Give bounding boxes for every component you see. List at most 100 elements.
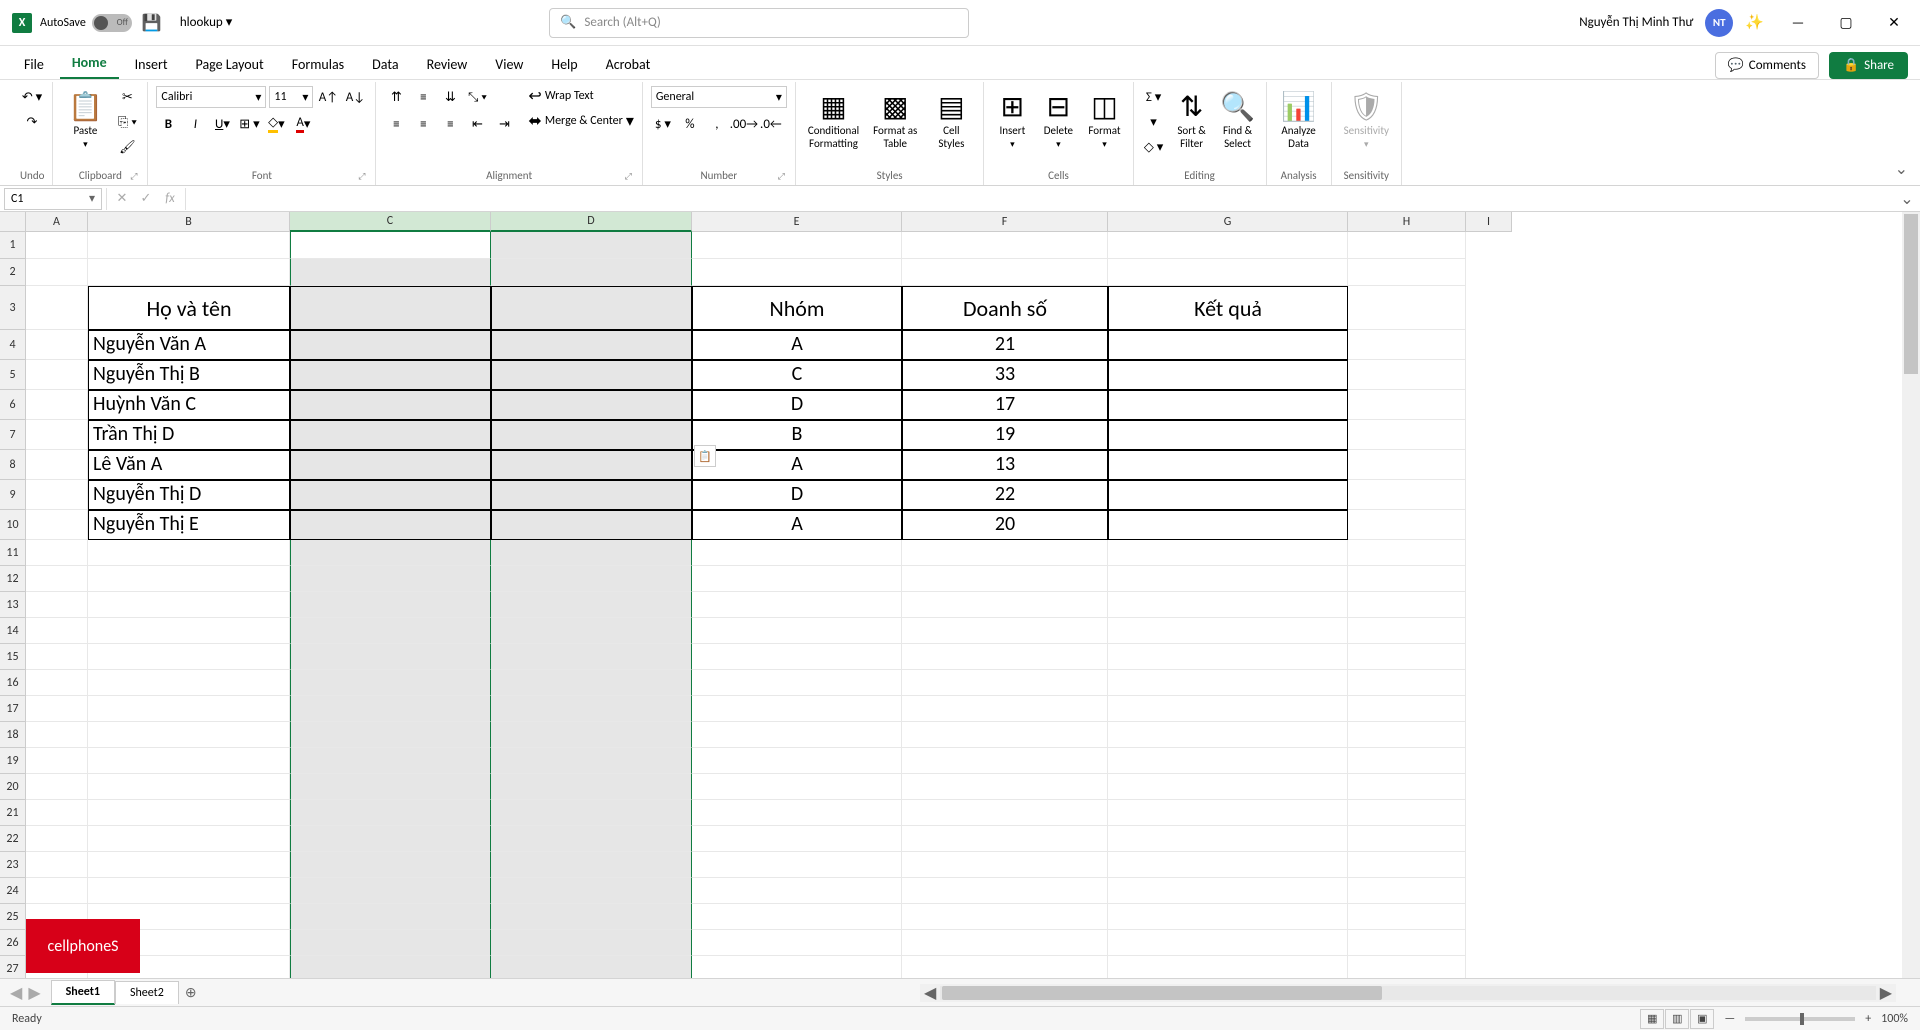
increase-indent-button[interactable]: ⇥ (492, 113, 516, 135)
row-header[interactable]: 24 (0, 878, 26, 904)
new-sheet-button[interactable]: ⊕ (179, 984, 203, 1001)
cell[interactable] (26, 774, 88, 800)
cell[interactable] (491, 774, 692, 800)
cell[interactable] (692, 956, 902, 978)
sheet-tab-1[interactable]: Sheet1 (51, 980, 115, 1005)
data-cell[interactable] (290, 510, 491, 540)
align-right-button[interactable]: ≡ (438, 113, 462, 135)
cell[interactable] (692, 774, 902, 800)
row-header[interactable]: 25 (0, 904, 26, 930)
orientation-button[interactable]: ⤡ ▾ (465, 86, 489, 108)
cell[interactable] (26, 722, 88, 748)
copy-button[interactable]: ⎘ ▾ (115, 111, 139, 133)
data-cell[interactable] (491, 420, 692, 450)
cell[interactable] (88, 259, 290, 286)
data-cell[interactable] (1108, 510, 1348, 540)
cell[interactable] (88, 670, 290, 696)
cell[interactable] (290, 566, 491, 592)
cell[interactable] (902, 904, 1108, 930)
cell[interactable] (88, 618, 290, 644)
cell[interactable] (1108, 259, 1348, 286)
cell[interactable] (88, 566, 290, 592)
cell[interactable] (26, 510, 88, 540)
cell[interactable] (88, 774, 290, 800)
cell[interactable] (491, 618, 692, 644)
cell[interactable] (26, 259, 88, 286)
data-cell[interactable]: 33 (902, 360, 1108, 390)
row-header[interactable]: 15 (0, 644, 26, 670)
vertical-scrollbar[interactable] (1902, 212, 1920, 978)
cell[interactable] (290, 852, 491, 878)
cell[interactable] (26, 450, 88, 480)
select-all-corner[interactable] (0, 212, 26, 232)
cell[interactable] (491, 540, 692, 566)
row-header[interactable]: 19 (0, 748, 26, 774)
decrease-decimal-button[interactable]: .0← (759, 113, 783, 135)
data-cell[interactable]: B (692, 420, 902, 450)
comma-format-button[interactable]: , (705, 113, 729, 135)
col-header-c[interactable]: C (290, 212, 491, 232)
cell[interactable] (1108, 592, 1348, 618)
data-cell[interactable]: 22 (902, 480, 1108, 510)
row-header[interactable]: 4 (0, 330, 26, 360)
cell[interactable] (692, 540, 902, 566)
cell[interactable] (26, 670, 88, 696)
cell[interactable] (491, 232, 692, 259)
data-cell[interactable] (1108, 420, 1348, 450)
data-cell[interactable] (290, 420, 491, 450)
cell[interactable] (290, 774, 491, 800)
align-middle-button[interactable]: ≡ (411, 86, 435, 108)
cell[interactable] (1348, 852, 1466, 878)
cell[interactable] (491, 722, 692, 748)
data-cell[interactable] (290, 330, 491, 360)
data-cell[interactable] (290, 450, 491, 480)
col-header-i[interactable]: I (1466, 212, 1512, 232)
cell[interactable] (290, 618, 491, 644)
cell[interactable] (26, 592, 88, 618)
col-header-d[interactable]: D (491, 212, 692, 232)
cell[interactable] (88, 592, 290, 618)
cell[interactable] (88, 722, 290, 748)
cell[interactable] (1108, 670, 1348, 696)
cell[interactable] (1108, 800, 1348, 826)
cell[interactable] (491, 930, 692, 956)
font-color-button[interactable]: A ▾ (291, 113, 315, 135)
cell[interactable] (1348, 480, 1466, 510)
zoom-level[interactable]: 100% (1881, 1012, 1908, 1026)
cell[interactable] (1348, 420, 1466, 450)
cell[interactable] (290, 644, 491, 670)
cell[interactable] (26, 330, 88, 360)
cell[interactable] (902, 878, 1108, 904)
horizontal-scrollbar[interactable]: ◀ ▶ (920, 984, 1896, 1002)
tab-home[interactable]: Home (60, 48, 119, 79)
header-revenue[interactable]: Doanh số (902, 286, 1108, 330)
analyze-data-button[interactable]: 📊Analyze Data (1275, 86, 1323, 154)
user-avatar[interactable]: NT (1705, 9, 1733, 37)
data-cell[interactable]: 13 (902, 450, 1108, 480)
cell[interactable] (26, 286, 88, 330)
data-cell[interactable]: A (692, 330, 902, 360)
maximize-button[interactable]: ▢ (1832, 9, 1860, 37)
cell[interactable] (902, 232, 1108, 259)
redo-button[interactable]: ↷ (20, 111, 44, 133)
cell[interactable] (491, 904, 692, 930)
cell[interactable] (1348, 930, 1466, 956)
cell[interactable] (692, 232, 902, 259)
autosum-button[interactable]: Σ ▾ (1142, 86, 1166, 108)
cell[interactable] (290, 670, 491, 696)
cell[interactable] (1108, 826, 1348, 852)
cell[interactable] (1108, 540, 1348, 566)
format-cells-button[interactable]: ◫Format▾ (1084, 86, 1124, 154)
decrease-font-button[interactable]: A↓ (343, 86, 367, 108)
enter-formula-icon[interactable]: ✓ (135, 191, 157, 206)
data-cell[interactable]: Nguyễn Thị E (88, 510, 290, 540)
save-icon[interactable]: 💾 (140, 11, 164, 35)
row-header[interactable]: 21 (0, 800, 26, 826)
data-cell[interactable] (1108, 330, 1348, 360)
wrap-text-button[interactable]: ↩ Wrap Text (528, 86, 633, 106)
italic-button[interactable]: I (183, 113, 207, 135)
underline-button[interactable]: U ▾ (210, 113, 234, 135)
view-page-layout-button[interactable]: ▥ (1665, 1009, 1689, 1029)
borders-button[interactable]: ⊞ ▾ (237, 113, 261, 135)
cell[interactable] (88, 696, 290, 722)
